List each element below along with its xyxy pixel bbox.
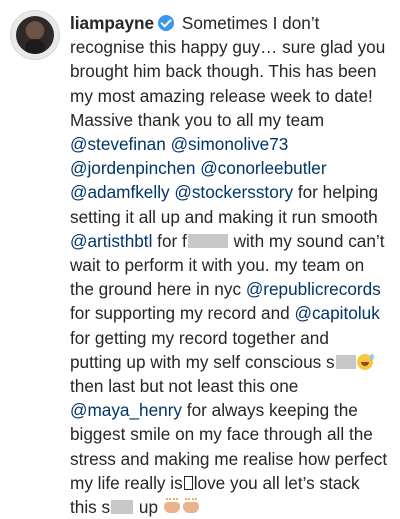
caption-line-12: the ground here in nyc @republicrecords [70,277,390,301]
caption-line-20: my life really is love you all let’s stac… [70,471,390,495]
caption-line-2: recognise this happy guy… sure glad you [70,37,386,58]
censored-word-block [187,233,228,248]
caption-line-18: biggest smile on my face through all the [70,424,373,445]
caption-line-4: my most amazing release week to date! [70,85,373,106]
caption-line-9: setting it all up and making it run smoo… [70,206,378,227]
mention-link-stevefinan[interactable]: @stevefinan [70,134,166,154]
mention-link-artisthbtl[interactable]: @artisthbtl [70,231,152,251]
caption-line-10: @artisthbtl for f with my sound can’t [70,229,390,253]
avatar-story-ring[interactable] [10,10,60,60]
mention-link-stockersstory[interactable]: @stockersstory [174,182,293,202]
caption-line-17: @maya_henry for always keeping the [70,398,390,422]
caption-text: putting up with my self conscious s [70,351,335,372]
post-caption: liampayne Sometimes I don’t recognise th… [70,11,390,519]
mention-link-capitoluk[interactable]: @capitoluk [295,303,380,323]
caption-line-15: putting up with my self conscious s [70,350,390,374]
mention-link-republicrecords[interactable]: @republicrecords [246,279,381,299]
caption-line-8: @adamfkelly @stockersstory for helping [70,180,390,204]
caption-text: Sometimes I don’t [177,13,320,33]
mention-link-adamfkelly[interactable]: @adamfkelly [70,182,170,202]
caption-text: up [134,497,159,518]
raised-hands-emoji [163,498,181,515]
caption-text: for helping [293,182,379,203]
caption-line-5: Massive thank you to all my team [70,109,325,130]
instagram-post-comment: liampayne Sometimes I don’t recognise th… [0,0,400,517]
mention-link-maya-henry[interactable]: @maya_henry [70,400,182,420]
caption-line-7: @jordenpinchen @conorleebutler [70,156,390,180]
mention-link-conorleebutler[interactable]: @conorleebutler [200,158,326,178]
caption-text: this s [70,497,111,518]
caption-line-6: @stevefinan @simonolive73 [70,132,390,156]
verified-badge-icon [158,15,175,31]
caption-line-1: liampayne Sometimes I don’t [70,11,390,35]
mention-link-simonolive73[interactable]: @simonolive73 [171,134,289,154]
censored-word-block [335,354,356,369]
sweat-smile-emoji [356,353,374,370]
username-link[interactable]: liampayne [70,13,154,33]
caption-line-21: this s up [70,495,390,519]
missing-glyph-box-icon [183,475,193,490]
mention-link-jordenpinchen[interactable]: @jordenpinchen [70,158,195,178]
caption-line-11: wait to perform it with you. my team on [70,255,365,276]
raised-hands-emoji [182,498,200,515]
caption-line-16: then last but not least this one [70,376,299,397]
caption-text: with my sound can’t [228,230,385,251]
avatar[interactable] [16,16,54,54]
caption-line-3: brought him back though. This has been [70,61,377,82]
caption-text: for always keeping the [182,400,358,421]
caption-line-13: for supporting my record and @capitoluk [70,301,390,325]
caption-text: love you all let’s stack [193,472,360,493]
caption-text: the ground here in nyc [70,279,246,300]
caption-text: for f [152,230,187,251]
caption-line-14: for getting my record together and [70,327,329,348]
censored-word-block [111,500,134,515]
caption-line-19: stress and making me realise how perfect [70,448,388,469]
caption-text: my life really is [70,472,183,493]
caption-text: for supporting my record and [70,303,295,324]
